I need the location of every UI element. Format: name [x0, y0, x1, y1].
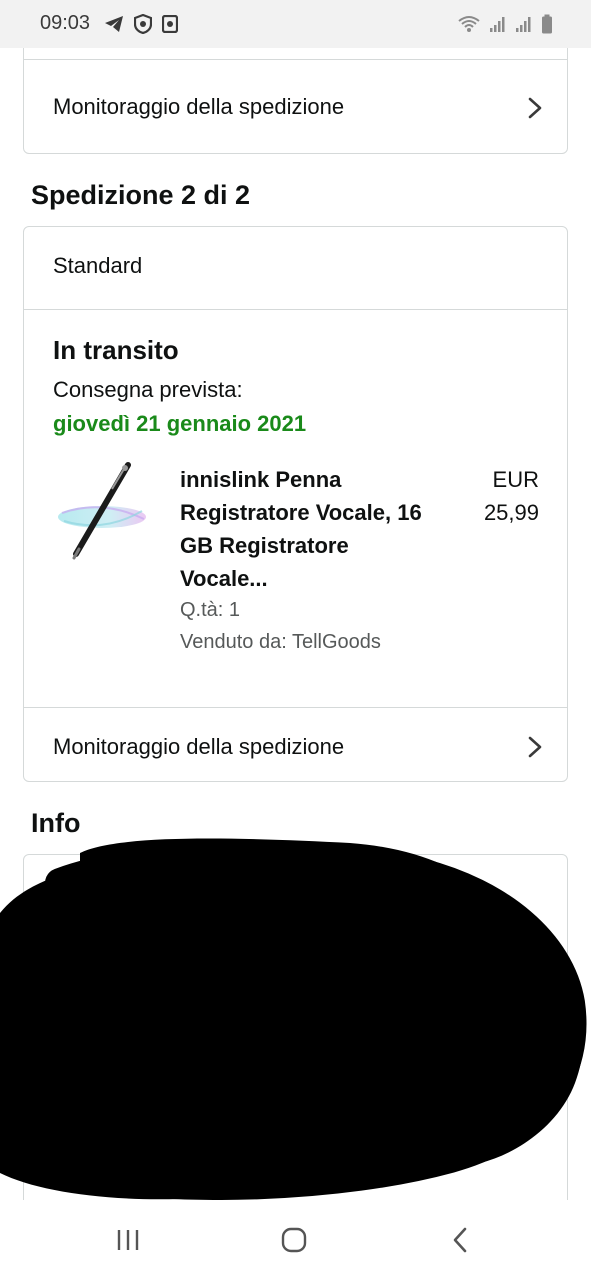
- shipping-type: Standard: [53, 253, 143, 278]
- shipment-2-track-row[interactable]: Monitoraggio della spedizione: [24, 707, 567, 783]
- signal-icon: [490, 17, 505, 32]
- chevron-right-icon: [528, 97, 542, 119]
- home-button[interactable]: [274, 1222, 314, 1258]
- product-price: EUR 25,99: [484, 463, 539, 529]
- product-seller: Venduto da: TellGoods: [180, 631, 381, 653]
- signal-icon: [516, 17, 531, 32]
- back-icon: [453, 1227, 467, 1253]
- order-details-content[interactable]: Monitoraggio della spedizione Spedizione…: [0, 48, 591, 1200]
- chevron-right-icon: [528, 736, 542, 758]
- status-icons-left: [104, 14, 178, 34]
- shipment-2-heading: Spedizione 2 di 2: [31, 180, 251, 210]
- divider: [24, 309, 567, 310]
- recent-apps-button[interactable]: [108, 1222, 148, 1258]
- delivery-date: giovedì 21 gennaio 2021: [53, 411, 307, 436]
- shipment-2-card: Standard In transito Consegna prevista: …: [23, 226, 568, 782]
- recent-apps-icon: [117, 1230, 139, 1250]
- status-bar: 09:03: [0, 0, 591, 48]
- shipment-status: In transito: [53, 335, 179, 365]
- product-title[interactable]: innislink Penna Registratore Vocale, 16 …: [180, 463, 430, 595]
- app-icon: [162, 15, 178, 33]
- back-button[interactable]: [440, 1222, 480, 1258]
- status-icons-right: [457, 14, 553, 34]
- shipment-1-track-row[interactable]: Monitoraggio della spedizione: [24, 59, 567, 155]
- shipment-2-track-label: Monitoraggio della spedizione: [53, 734, 345, 759]
- navigation-bar: [0, 1200, 591, 1280]
- redaction-overlay: [0, 838, 587, 1200]
- shipment-1-track-label: Monitoraggio della spedizione: [53, 94, 345, 119]
- home-icon: [281, 1227, 307, 1253]
- shield-icon: [134, 14, 152, 34]
- battery-icon: [542, 14, 552, 34]
- product-image[interactable]: [52, 459, 152, 569]
- wifi-icon: [458, 16, 480, 32]
- product-quantity: Q.tà: 1: [180, 599, 241, 621]
- shipment-1-card: Monitoraggio della spedizione: [23, 48, 568, 154]
- price-currency: EUR: [492, 467, 539, 492]
- delivery-label: Consegna prevista:: [53, 377, 243, 402]
- status-time: 09:03: [40, 12, 91, 34]
- price-value: 25,99: [483, 500, 539, 525]
- telegram-icon: [105, 16, 123, 32]
